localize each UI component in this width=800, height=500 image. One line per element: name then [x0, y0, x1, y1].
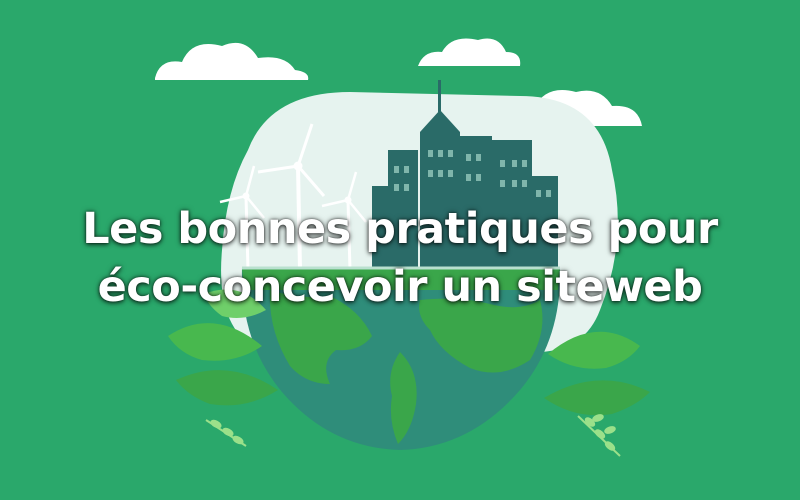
headline-line-2: éco-concevoir un siteweb: [97, 262, 703, 312]
cloud-icon: [418, 38, 521, 66]
hero-banner: Les bonnes pratiques pour éco-concevoir …: [0, 0, 800, 500]
headline-line-1: Les bonnes pratiques pour: [82, 204, 718, 254]
cloud-icon: [155, 42, 309, 80]
leaf-icon: [205, 419, 247, 447]
leaf-icon: [577, 414, 621, 457]
headline: Les bonnes pratiques pour éco-concevoir …: [0, 200, 800, 316]
